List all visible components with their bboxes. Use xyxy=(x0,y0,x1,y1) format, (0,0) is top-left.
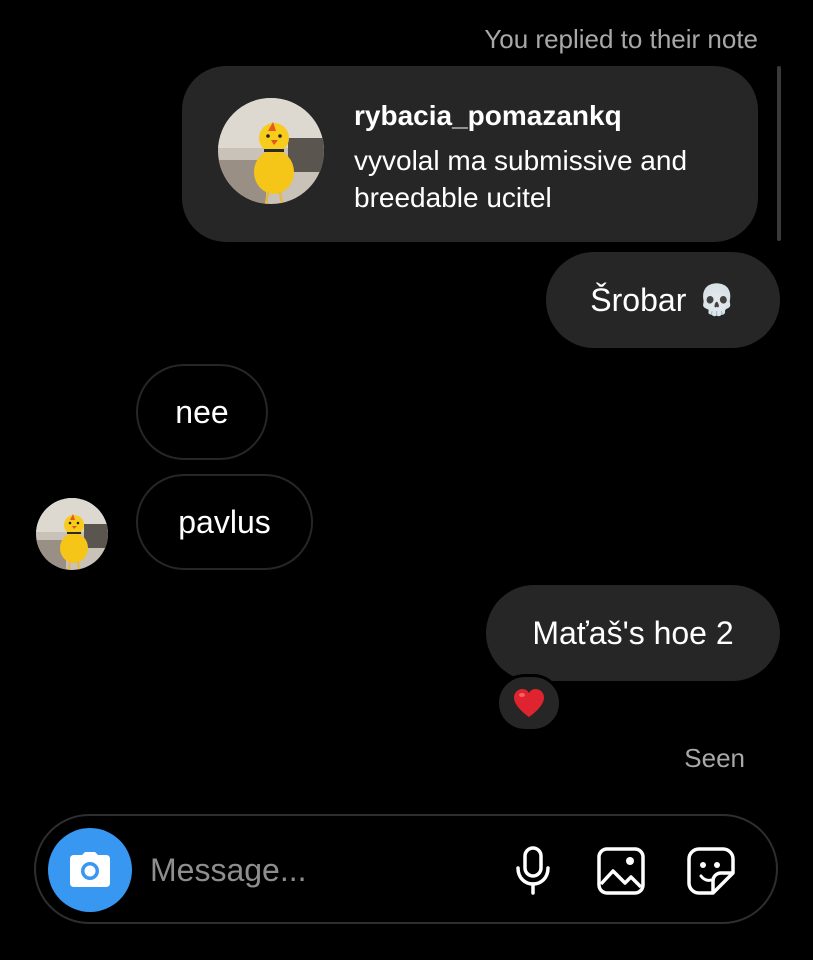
outgoing-message-bubble[interactable]: Šrobar 💀 xyxy=(546,252,780,348)
message-text: pavlus xyxy=(178,503,271,540)
camera-button[interactable] xyxy=(48,828,132,912)
sticker-icon xyxy=(687,847,735,895)
sticker-button[interactable] xyxy=(684,844,738,898)
voice-message-button[interactable] xyxy=(506,844,560,898)
chick-avatar-image xyxy=(218,98,324,204)
message-composer xyxy=(34,814,778,924)
message-text: Maťaš's hoe 2 xyxy=(532,614,734,651)
note-text: vyvolal ma submissive and breedable ucit… xyxy=(354,145,688,213)
message-text: Šrobar xyxy=(590,281,687,318)
microphone-icon xyxy=(516,846,550,895)
gallery-icon xyxy=(597,847,645,895)
scrollbar[interactable] xyxy=(777,66,781,241)
note-reply-card[interactable]: rybacia_pomazankq vyvolal ma submissive … xyxy=(182,66,758,242)
chick-avatar-image xyxy=(36,498,108,570)
heart-reaction[interactable] xyxy=(496,674,562,732)
gallery-button[interactable] xyxy=(594,844,648,898)
note-reply-caption: You replied to their note xyxy=(484,24,758,54)
note-author-avatar[interactable] xyxy=(218,98,324,204)
skull-emoji: 💀 xyxy=(698,283,736,317)
outgoing-message-bubble[interactable]: Maťaš's hoe 2 xyxy=(486,585,780,681)
sender-avatar[interactable] xyxy=(36,498,108,570)
seen-status: Seen xyxy=(684,743,745,773)
heart-icon xyxy=(514,689,544,717)
incoming-message-bubble[interactable]: pavlus xyxy=(136,474,313,570)
message-text: nee xyxy=(175,393,229,430)
incoming-message-bubble[interactable]: nee xyxy=(136,364,268,460)
camera-icon xyxy=(70,852,110,887)
note-author-username[interactable]: rybacia_pomazankq xyxy=(354,100,622,132)
message-input[interactable] xyxy=(150,842,480,898)
